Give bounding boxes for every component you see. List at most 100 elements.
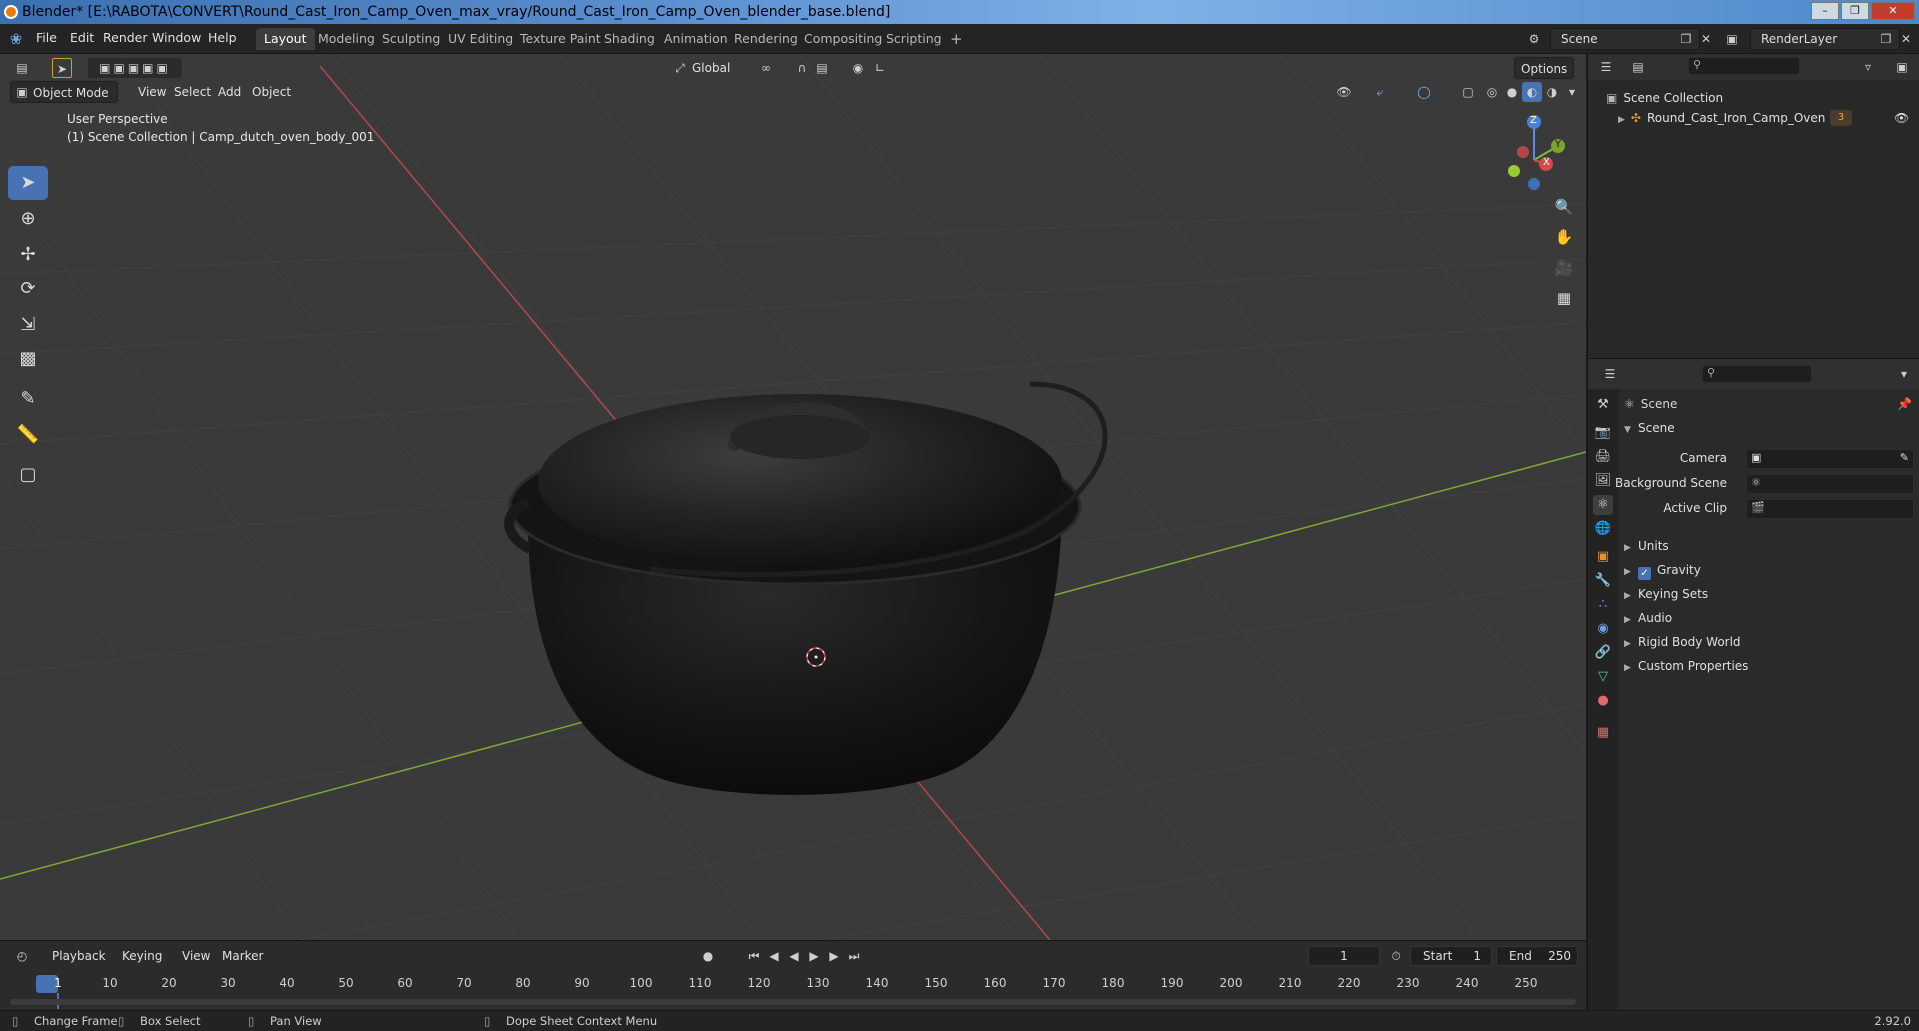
properties-editor-icon[interactable]: ☰ xyxy=(1600,364,1620,384)
overlay-toggle-icon[interactable]: ◯ xyxy=(1414,82,1434,102)
blender-menu-icon[interactable]: ❀ xyxy=(6,29,26,49)
minimize-button[interactable]: – xyxy=(1811,2,1839,20)
view-layer-copy-icon[interactable]: ❐ xyxy=(1876,29,1896,49)
menu-playback[interactable]: Playback xyxy=(46,945,112,967)
timeline-ruler[interactable]: 1 10 20 30 40 50 60 70 80 90 100 110 120… xyxy=(0,969,1586,1009)
add-workspace-button[interactable]: + xyxy=(942,28,971,50)
selection-mode-icons[interactable]: ▣▣▣▣▣ xyxy=(88,58,182,78)
tab-constraints-icon[interactable]: 🔗 xyxy=(1593,643,1613,663)
tab-tool-icon[interactable]: ⚒ xyxy=(1593,395,1613,415)
menu-file[interactable]: File xyxy=(36,30,57,45)
menu-view[interactable]: View xyxy=(132,81,172,103)
options-button[interactable]: Options xyxy=(1514,57,1575,79)
gravity-checkbox[interactable]: ✓ xyxy=(1638,567,1651,580)
tab-animation[interactable]: Animation xyxy=(656,28,736,50)
stopwatch-icon[interactable]: ⏱ xyxy=(1386,946,1406,966)
tab-shading[interactable]: Shading xyxy=(596,28,663,50)
tab-texture-paint[interactable]: Texture Paint xyxy=(512,28,609,50)
timeline-editor-icon[interactable]: ◴ xyxy=(12,946,32,966)
tool-select-box-icon[interactable]: ➤ xyxy=(8,166,48,200)
menu-object[interactable]: Object xyxy=(246,81,297,103)
properties-search-input[interactable]: ⚲ xyxy=(1702,365,1812,383)
jump-start-icon[interactable]: ⏮ xyxy=(744,946,764,966)
pin-icon[interactable]: 📌 xyxy=(1897,397,1912,411)
tab-material-icon[interactable]: ● xyxy=(1593,691,1613,711)
camera-view-icon[interactable]: 🎥 xyxy=(1551,255,1577,281)
scene-remove-icon[interactable]: ✕ xyxy=(1696,29,1716,49)
record-icon[interactable]: ● xyxy=(698,946,718,966)
3d-viewport[interactable]: ▤ ➤ ▣▣▣▣▣ Global ⤢ ∞ ∩ ▤ ◉ ∟ Options Obj… xyxy=(0,54,1586,940)
view-layer-remove-icon[interactable]: ✕ xyxy=(1896,29,1916,49)
units-panel[interactable]: ▶ Units xyxy=(1624,535,1914,557)
menu-help[interactable]: Help xyxy=(208,30,237,45)
tab-uv-editing[interactable]: UV Editing xyxy=(440,28,521,50)
snap-icon[interactable]: ∩ xyxy=(792,58,812,78)
tab-scripting[interactable]: Scripting xyxy=(878,28,950,50)
keying-sets-panel[interactable]: ▶ Keying Sets xyxy=(1624,583,1914,605)
camera-field[interactable]: ▣ ✎ xyxy=(1746,449,1914,469)
menu-window[interactable]: Window xyxy=(152,30,201,45)
tool-rotate-icon[interactable]: ⟳ xyxy=(8,272,48,306)
shading-solid-icon[interactable]: ● xyxy=(1502,82,1522,102)
shading-material-icon[interactable]: ◐ xyxy=(1522,82,1542,102)
xray-icon[interactable]: ▢ xyxy=(1458,82,1478,102)
zoom-icon[interactable]: 🔍 xyxy=(1551,194,1577,220)
gizmo-toggle-icon[interactable]: ⤶ xyxy=(1370,82,1390,102)
scene-copy-icon[interactable]: ❐ xyxy=(1676,29,1696,49)
tab-particles-icon[interactable]: ∴ xyxy=(1593,595,1613,615)
display-mode-icon[interactable]: ▤ xyxy=(1628,57,1648,77)
view-layer-browse-icon[interactable]: ▣ xyxy=(1722,29,1742,49)
tab-object-icon[interactable]: ▣ xyxy=(1593,547,1613,567)
menu-edit[interactable]: Edit xyxy=(70,30,94,45)
pan-hand-icon[interactable]: ✋ xyxy=(1551,224,1577,250)
ortho-grid-icon[interactable]: ▦ xyxy=(1551,285,1577,311)
scene-browse-icon[interactable]: ⚙ xyxy=(1524,29,1544,49)
pivot-icon[interactable]: ∞ xyxy=(756,58,776,78)
tab-data-icon[interactable]: ▽ xyxy=(1593,667,1613,687)
visibility-icon[interactable]: 👁 xyxy=(1334,82,1354,102)
menu-marker[interactable]: Marker xyxy=(216,945,269,967)
maximize-button[interactable]: ❐ xyxy=(1841,2,1869,20)
audio-panel[interactable]: ▶ Audio xyxy=(1624,607,1914,629)
tab-rendering[interactable]: Rendering xyxy=(726,28,806,50)
jump-end-icon[interactable]: ⏭ xyxy=(844,946,864,966)
outliner-scene-collection[interactable]: ▣ Scene Collection xyxy=(1588,88,1919,108)
custom-properties-panel[interactable]: ▶ Custom Properties xyxy=(1624,655,1914,677)
current-frame-field[interactable]: 1 xyxy=(1308,946,1380,966)
navigation-gizmo[interactable]: Z Y X xyxy=(1490,114,1574,194)
menu-add[interactable]: Add xyxy=(212,81,247,103)
tab-scene-icon[interactable]: ⚛ xyxy=(1593,495,1613,515)
eyedropper-icon[interactable]: ✎ xyxy=(1900,451,1909,464)
tool-add-cube-icon[interactable]: ▢ xyxy=(8,458,48,492)
tab-render-icon[interactable]: 📷 xyxy=(1593,423,1613,443)
tool-annotate-icon[interactable]: ✎ xyxy=(8,382,48,416)
new-collection-icon[interactable]: ▣ xyxy=(1892,57,1912,77)
editor-type-icon[interactable]: ▤ xyxy=(12,58,32,78)
rigid-body-world-panel[interactable]: ▶ Rigid Body World xyxy=(1624,631,1914,653)
tab-output-icon[interactable]: 🖨 xyxy=(1593,447,1613,467)
tool-transform-icon[interactable]: ▩ xyxy=(8,342,48,376)
outliner-item[interactable]: ▶ ✣ Round_Cast_Iron_Camp_Oven 3 👁 xyxy=(1588,108,1919,128)
shading-wireframe-icon[interactable]: ◎ xyxy=(1482,82,1502,102)
tab-layout[interactable]: Layout xyxy=(256,28,315,50)
active-clip-field[interactable]: 🎬 xyxy=(1746,499,1914,519)
play-reverse-icon[interactable]: ◀ xyxy=(784,946,804,966)
tab-texture-icon[interactable]: ▦ xyxy=(1593,723,1613,743)
menu-select[interactable]: Select xyxy=(168,81,217,103)
visibility-eye-icon[interactable]: 👁 xyxy=(1894,108,1909,128)
tab-modeling[interactable]: Modeling xyxy=(310,28,383,50)
next-keyframe-icon[interactable]: ▶ xyxy=(824,946,844,966)
shading-options-icon[interactable]: ▾ xyxy=(1562,82,1582,102)
proportional-edit-icon[interactable]: ◉ xyxy=(848,58,868,78)
tab-compositing[interactable]: Compositing xyxy=(796,28,890,50)
tab-physics-icon[interactable]: ◉ xyxy=(1593,619,1613,639)
tool-move-icon[interactable]: ✢ xyxy=(8,238,48,272)
gravity-panel[interactable]: ▶ ✓ Gravity xyxy=(1624,559,1914,581)
tool-measure-icon[interactable]: 📏 xyxy=(8,418,48,452)
play-icon[interactable]: ▶ xyxy=(804,946,824,966)
tab-view-layer-icon[interactable]: 🖼 xyxy=(1593,471,1613,491)
select-tool-icon[interactable]: ➤ xyxy=(52,58,72,78)
menu-render[interactable]: Render xyxy=(103,30,148,45)
properties-options-icon[interactable]: ▾ xyxy=(1894,364,1914,384)
tab-world-icon[interactable]: 🌐 xyxy=(1593,519,1613,539)
